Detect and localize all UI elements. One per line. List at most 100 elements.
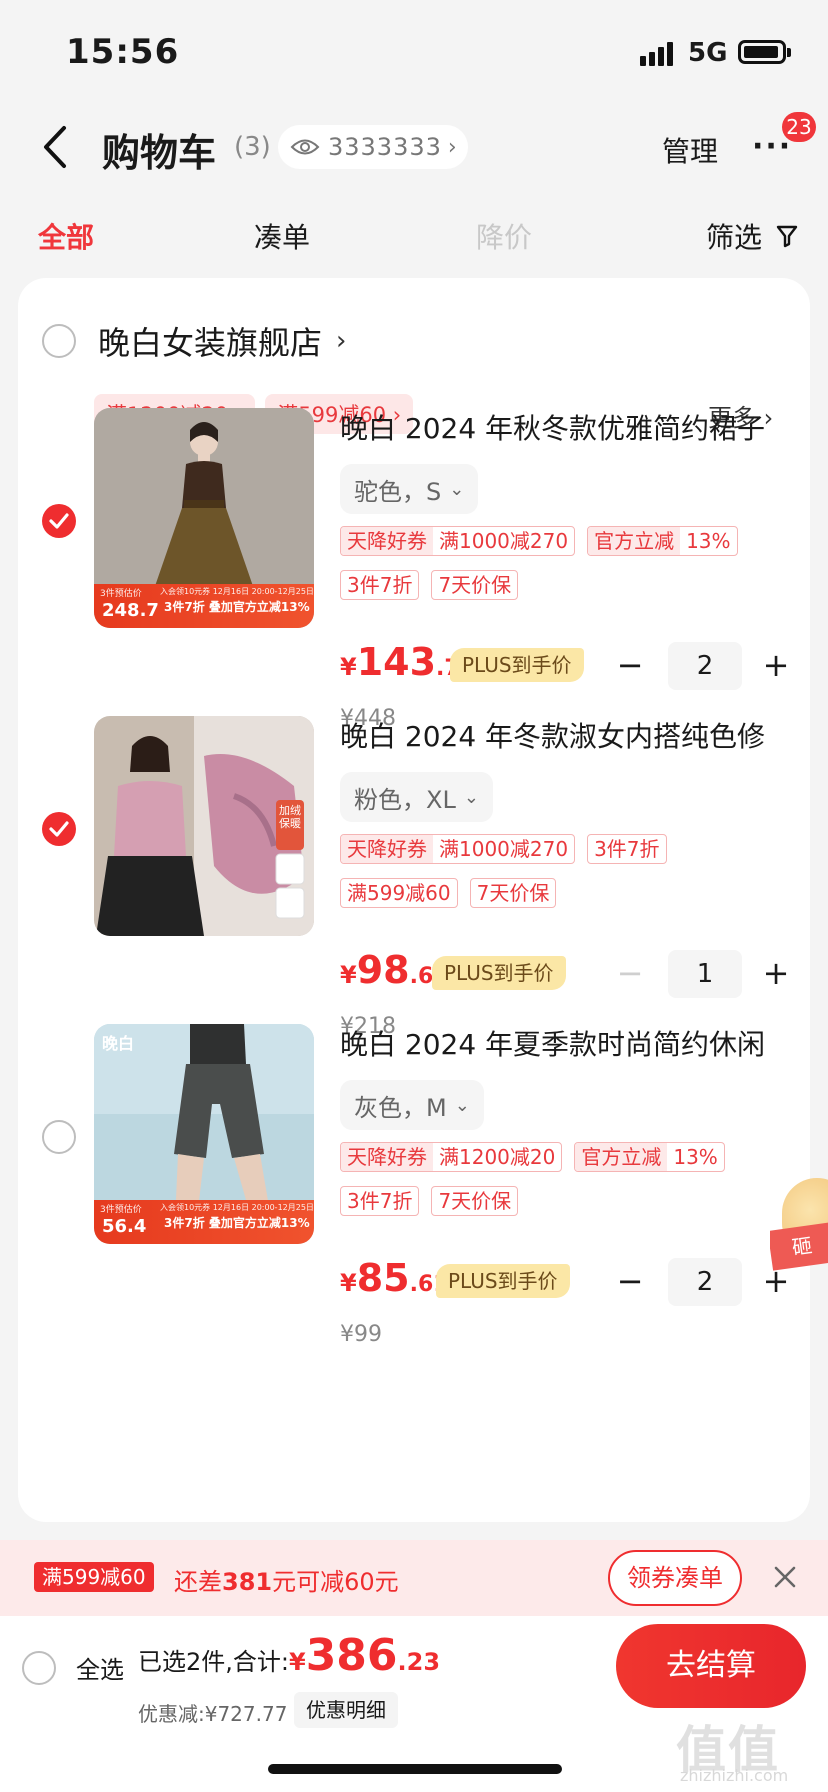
quantity-stepper: − 2 + — [610, 642, 800, 690]
plus-price-tag: PLUS到手价 — [432, 956, 566, 990]
total-price: ¥386.23 — [288, 1630, 441, 1681]
chevron-right-icon: › — [447, 134, 457, 160]
bundle-tag: 3件7折 — [340, 1186, 420, 1216]
discount-detail-button[interactable]: 优惠明细 — [294, 1692, 398, 1728]
price-row: ¥85.61 PLUS到手价 − 2 + — [340, 1256, 800, 1306]
banner-label: 3件预估价 — [100, 589, 142, 599]
decrease-button[interactable]: − — [610, 1262, 650, 1302]
battery-icon — [738, 40, 791, 64]
product-image[interactable]: 晚白 3件预估价 56.4 入会领10元券 12月16日 20:00-12月25… — [94, 1024, 314, 1244]
discount-text: 优惠减:¥727.77 — [138, 1702, 288, 1726]
bubble-ribbon: 砸 — [770, 1221, 828, 1271]
banner-price: 248.7 — [102, 600, 159, 621]
quantity-value[interactable]: 2 — [668, 1258, 742, 1306]
promo-bar: 满599减60 还差381元可减60元 领券凑单 — [0, 1540, 828, 1616]
bundle-tag: 3件7折 — [340, 570, 420, 600]
get-coupon-button[interactable]: 领券凑单 — [608, 1550, 742, 1606]
store-card: 晚白女装旗舰店 › 满1200减20 › 满599减60 › 更多 › 3件预估… — [18, 278, 810, 1522]
store-promo-tag: 满599减60 — [340, 878, 458, 908]
sku-selector[interactable]: 灰色，M ⌄ — [340, 1080, 484, 1130]
back-icon[interactable] — [36, 122, 76, 172]
check-icon — [49, 513, 69, 529]
increase-button[interactable]: + — [756, 646, 796, 686]
original-price: ¥99 — [340, 1322, 382, 1347]
chevron-down-icon: ⌄ — [454, 1094, 470, 1116]
coupon-tag: 天降好券 满1000减270 — [340, 526, 576, 556]
price-protect-tag: 7天价保 — [469, 878, 557, 908]
increase-button[interactable]: + — [756, 954, 796, 994]
product-image[interactable]: 加绒保暖 — [94, 716, 314, 936]
filter-tabs: 全部 凑单 降价 筛选 — [0, 212, 828, 262]
item-title[interactable]: 晚白 2024 年冬款淑女内搭纯色修 — [340, 716, 800, 758]
funnel-icon — [776, 225, 798, 248]
item-checkbox[interactable] — [42, 812, 76, 846]
checkout-bar: 全选 已选2件,合计:¥386.23 优惠减:¥727.77 优惠明细 去结算 … — [0, 1616, 828, 1792]
sku-label: 粉色，XL — [354, 785, 456, 814]
cart-count: (3) — [234, 132, 271, 162]
sku-selector[interactable]: 粉色，XL ⌄ — [340, 772, 493, 822]
tab-bundle[interactable]: 凑单 — [254, 216, 310, 256]
quantity-value[interactable]: 2 — [668, 642, 742, 690]
eye-icon — [290, 139, 320, 155]
plus-price-tag: PLUS到手价 — [436, 1264, 570, 1298]
promo-tag: 满599减60 — [34, 1562, 154, 1592]
item-checkbox[interactable] — [42, 504, 76, 538]
cart-item: 3件预估价 248.7 入会领10元券 12月16日 20:00-12月25日 … — [18, 408, 810, 738]
item-info: 晚白 2024 年冬款淑女内搭纯色修 粉色，XL ⌄ 天降好券 满1000减270 … — [340, 716, 800, 1039]
status-time: 15:56 — [66, 32, 180, 72]
sku-label: 灰色，M — [354, 1093, 447, 1122]
select-all-checkbox[interactable] — [22, 1650, 56, 1685]
network-type: 5G — [688, 38, 728, 68]
chevron-down-icon: ⌄ — [463, 786, 479, 808]
item-tags: 天降好券 满1000减270 3件7折 满599减60 7天价保 — [340, 834, 800, 922]
sku-selector[interactable]: 驼色，S ⌄ — [340, 464, 479, 514]
tab-all[interactable]: 全部 — [38, 216, 94, 256]
price-protect-tag: 7天价保 — [431, 570, 519, 600]
promo-banner: 3件预估价 56.4 入会领10元券 12月16日 20:00-12月25日 3… — [94, 1200, 314, 1244]
store-select-checkbox[interactable] — [42, 324, 76, 358]
quantity-stepper: − 1 + — [610, 950, 800, 998]
banner-promo: 3件7折 叠加官方立减13% — [164, 600, 310, 614]
product-image[interactable]: 3件预估价 248.7 入会领10元券 12月16日 20:00-12月25日 … — [94, 408, 314, 628]
filter-label: 筛选 — [706, 221, 763, 254]
price-row: ¥98.67 PLUS到手价 − 1 + — [340, 948, 800, 998]
decrease-button[interactable]: − — [610, 954, 650, 994]
watch-pill[interactable]: 3333333 › — [278, 125, 468, 169]
item-title[interactable]: 晚白 2024 年秋冬款优雅简约裙子 — [340, 408, 800, 450]
check-icon — [49, 821, 69, 837]
warm-badge: 加绒保暖 — [279, 804, 301, 830]
more-button[interactable]: ··· 23 — [752, 112, 816, 162]
bundle-tag: 3件7折 — [587, 834, 667, 864]
discount-tag: 官方立减 13% — [574, 1142, 725, 1172]
banner-price: 56.4 — [102, 1216, 147, 1237]
decrease-button[interactable]: − — [610, 646, 650, 686]
floating-activity-bubble[interactable]: 砸 — [770, 1178, 828, 1298]
checkout-button[interactable]: 去结算 — [616, 1624, 806, 1708]
coupon-tag: 天降好券 满1200减20 — [340, 1142, 563, 1172]
select-all-label: 全选 — [76, 1656, 124, 1684]
brand-mark: 晚白 — [102, 1034, 135, 1053]
selected-count-text: 已选2件,合计: — [138, 1648, 289, 1676]
select-all[interactable]: 全选 — [22, 1650, 124, 1685]
item-checkbox[interactable] — [42, 1120, 76, 1154]
store-header[interactable]: 晚白女装旗舰店 › — [42, 318, 346, 364]
plus-price-tag: PLUS到手价 — [450, 648, 584, 682]
store-name: 晚白女装旗舰店 — [98, 324, 323, 362]
manage-button[interactable]: 管理 — [662, 130, 718, 170]
tab-price-drop[interactable]: 降价 — [476, 216, 532, 256]
signal-icon — [640, 42, 673, 66]
total-summary: 已选2件,合计:¥386.23 — [138, 1630, 440, 1681]
item-title[interactable]: 晚白 2024 年夏季款时尚简约休闲 — [340, 1024, 800, 1066]
item-info: 晚白 2024 年秋冬款优雅简约裙子 驼色，S ⌄ 天降好券 满1000减270 官… — [340, 408, 800, 731]
promo-text: 还差381元可减60元 — [174, 1568, 399, 1596]
chevron-down-icon: ⌄ — [449, 478, 465, 500]
banner-time: 入会领10元券 12月16日 20:00-12月25日 — [160, 587, 314, 596]
nav-bar: 购物车 (3) 3333333 › 管理 ··· 23 — [0, 108, 828, 188]
cart-item: 加绒保暖 晚白 2024 年冬款淑女内搭纯色修 粉色，XL ⌄ 天降好券 满1000… — [18, 716, 810, 1046]
home-indicator[interactable] — [268, 1764, 562, 1774]
watermark-site: zhizhizhi.com — [680, 1766, 789, 1785]
filter-button[interactable]: 筛选 — [706, 216, 798, 256]
item-tags: 天降好券 满1000减270 官方立减 13% 3件7折 7天价保 — [340, 526, 800, 614]
quantity-value[interactable]: 1 — [668, 950, 742, 998]
close-icon[interactable] — [770, 1562, 800, 1592]
